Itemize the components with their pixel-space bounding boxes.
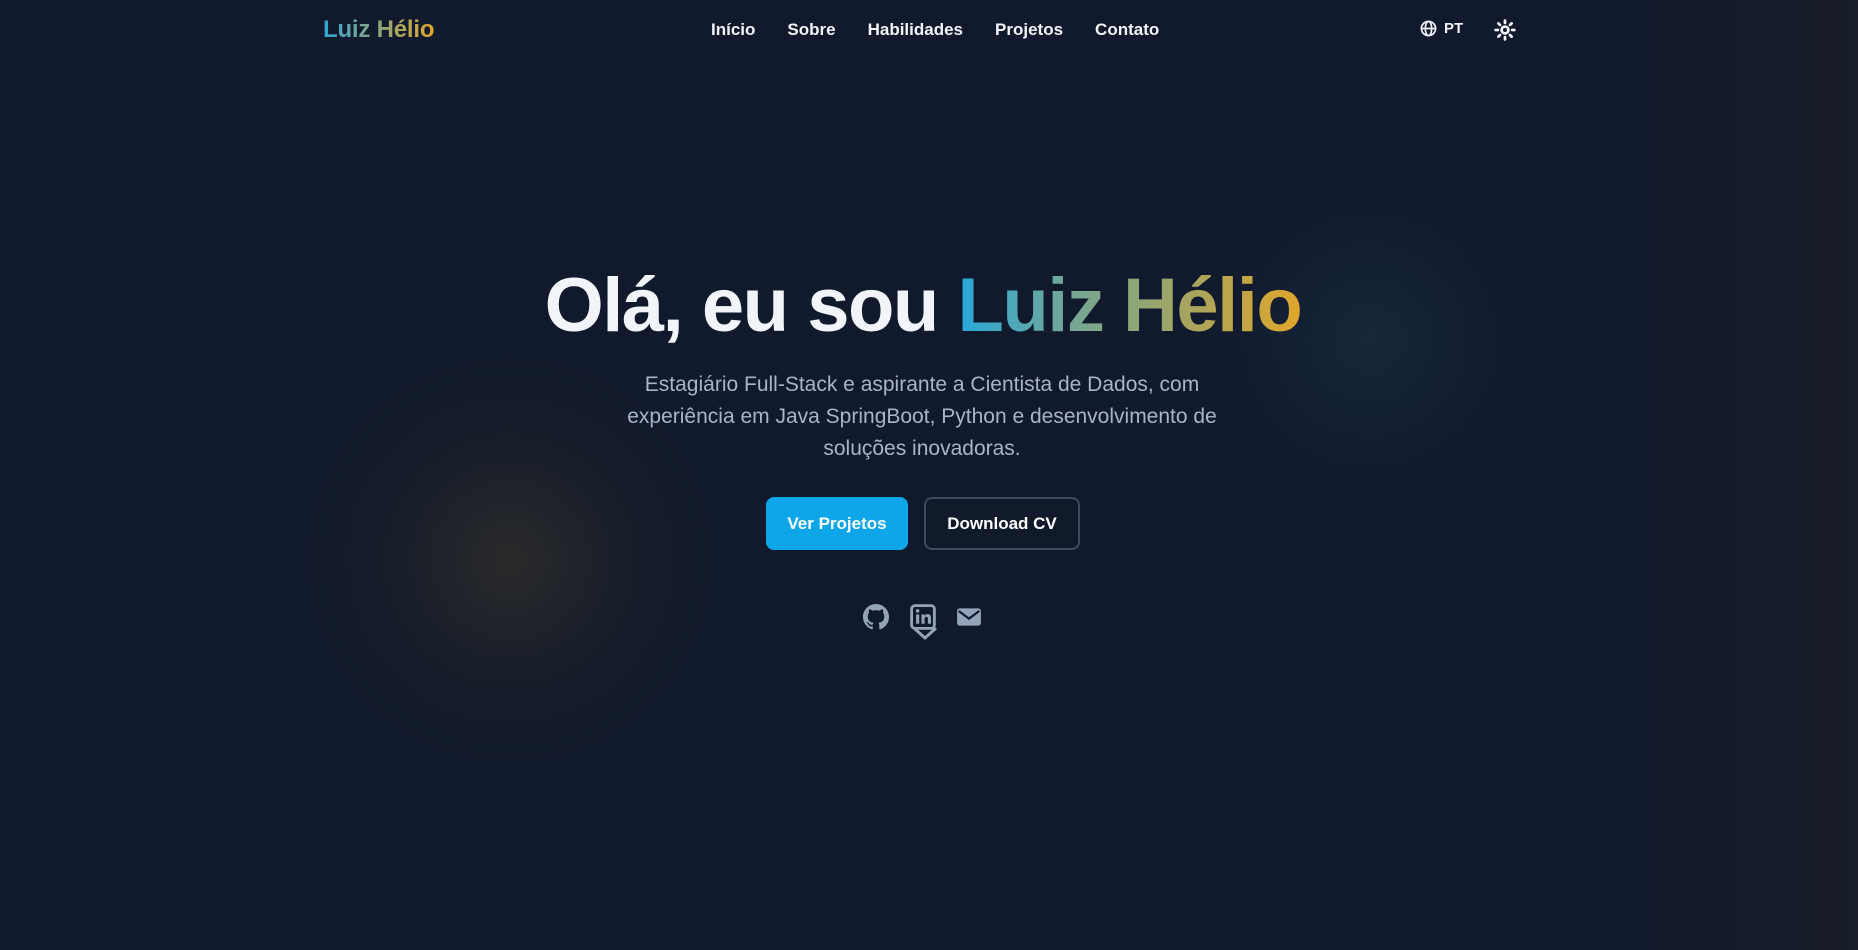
hero-name: Luiz Hélio	[957, 263, 1302, 348]
nav-link-contato[interactable]: Contato	[1095, 20, 1159, 40]
navbar: Luiz Hélio Início Sobre Habilidades Proj…	[0, 0, 1858, 62]
scroll-down-indicator[interactable]	[912, 626, 938, 642]
hero-greeting: Olá, eu sou	[544, 263, 940, 348]
chevron-down-icon	[913, 627, 937, 640]
language-label: PT	[1444, 20, 1464, 37]
hero-subtitle: Estagiário Full-Stack e aspirante a Cien…	[627, 373, 1217, 460]
main-nav: Início Sobre Habilidades Projetos Contat…	[711, 20, 1159, 40]
email-icon	[957, 608, 981, 626]
download-cv-button[interactable]: Download CV	[924, 497, 1080, 550]
theme-toggle-button[interactable]	[1494, 19, 1516, 41]
view-projects-button[interactable]: Ver Projetos	[766, 497, 908, 550]
nav-link-inicio[interactable]: Início	[711, 20, 755, 40]
email-link[interactable]	[956, 604, 982, 630]
nav-link-sobre[interactable]: Sobre	[787, 20, 835, 40]
background-edge-shade	[1638, 0, 1858, 950]
nav-link-habilidades[interactable]: Habilidades	[868, 20, 963, 40]
globe-icon	[1420, 20, 1437, 37]
hero-title: Olá, eu sou Luiz Hélio	[0, 262, 1846, 349]
language-toggle-button[interactable]: PT	[1420, 20, 1463, 37]
github-icon	[863, 604, 889, 630]
sun-icon	[1494, 19, 1516, 41]
nav-link-projetos[interactable]: Projetos	[995, 20, 1063, 40]
github-link[interactable]	[863, 604, 889, 630]
logo[interactable]: Luiz Hélio	[323, 16, 435, 44]
